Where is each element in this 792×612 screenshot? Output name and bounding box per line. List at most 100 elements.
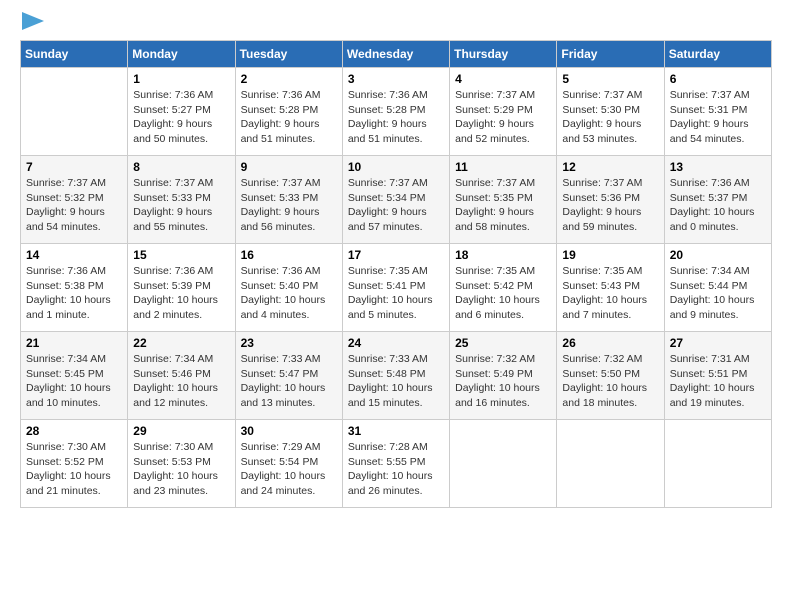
calendar-cell: 8 Sunrise: 7:37 AMSunset: 5:33 PMDaylight… <box>128 156 235 244</box>
day-number: 2 <box>241 72 337 86</box>
day-info: Sunrise: 7:37 AMSunset: 5:35 PMDaylight:… <box>455 176 551 235</box>
calendar-cell <box>450 420 557 508</box>
calendar-cell: 22 Sunrise: 7:34 AMSunset: 5:46 PMDayligh… <box>128 332 235 420</box>
calendar-week-row: 21 Sunrise: 7:34 AMSunset: 5:45 PMDayligh… <box>21 332 772 420</box>
day-number: 21 <box>26 336 122 350</box>
calendar-cell: 30 Sunrise: 7:29 AMSunset: 5:54 PMDayligh… <box>235 420 342 508</box>
day-number: 12 <box>562 160 658 174</box>
day-number: 10 <box>348 160 444 174</box>
calendar-cell: 23 Sunrise: 7:33 AMSunset: 5:47 PMDayligh… <box>235 332 342 420</box>
day-info: Sunrise: 7:32 AMSunset: 5:49 PMDaylight:… <box>455 352 551 411</box>
day-info: Sunrise: 7:36 AMSunset: 5:28 PMDaylight:… <box>348 88 444 147</box>
day-number: 24 <box>348 336 444 350</box>
calendar-cell: 16 Sunrise: 7:36 AMSunset: 5:40 PMDayligh… <box>235 244 342 332</box>
page-header <box>20 20 772 30</box>
calendar-cell: 26 Sunrise: 7:32 AMSunset: 5:50 PMDayligh… <box>557 332 664 420</box>
calendar-cell: 11 Sunrise: 7:37 AMSunset: 5:35 PMDayligh… <box>450 156 557 244</box>
day-header-sunday: Sunday <box>21 41 128 68</box>
day-info: Sunrise: 7:37 AMSunset: 5:33 PMDaylight:… <box>241 176 337 235</box>
day-number: 29 <box>133 424 229 438</box>
day-number: 17 <box>348 248 444 262</box>
calendar-cell: 12Sunrise: 7:37 AMSunset: 5:36 PMDayligh… <box>557 156 664 244</box>
calendar-cell: 19 Sunrise: 7:35 AMSunset: 5:43 PMDayligh… <box>557 244 664 332</box>
day-info: Sunrise: 7:33 AMSunset: 5:48 PMDaylight:… <box>348 352 444 411</box>
day-number: 4 <box>455 72 551 86</box>
day-info: Sunrise: 7:33 AMSunset: 5:47 PMDaylight:… <box>241 352 337 411</box>
day-info: Sunrise: 7:36 AMSunset: 5:40 PMDaylight:… <box>241 264 337 323</box>
day-info: Sunrise: 7:36 AMSunset: 5:37 PMDaylight:… <box>670 176 766 235</box>
calendar-cell: 15 Sunrise: 7:36 AMSunset: 5:39 PMDayligh… <box>128 244 235 332</box>
day-number: 30 <box>241 424 337 438</box>
day-header-wednesday: Wednesday <box>342 41 449 68</box>
day-number: 19 <box>562 248 658 262</box>
day-number: 26 <box>562 336 658 350</box>
calendar-cell: 2 Sunrise: 7:36 AMSunset: 5:28 PMDaylight… <box>235 68 342 156</box>
day-info: Sunrise: 7:36 AMSunset: 5:27 PMDaylight:… <box>133 88 229 147</box>
day-header-saturday: Saturday <box>664 41 771 68</box>
calendar-week-row: 7Sunrise: 7:37 AMSunset: 5:32 PMDaylight… <box>21 156 772 244</box>
calendar-cell: 18 Sunrise: 7:35 AMSunset: 5:42 PMDayligh… <box>450 244 557 332</box>
calendar-week-row: 1 Sunrise: 7:36 AMSunset: 5:27 PMDaylight… <box>21 68 772 156</box>
calendar-cell: 13 Sunrise: 7:36 AMSunset: 5:37 PMDayligh… <box>664 156 771 244</box>
logo <box>20 20 44 30</box>
logo-arrow-icon <box>22 12 44 30</box>
calendar-cell: 24 Sunrise: 7:33 AMSunset: 5:48 PMDayligh… <box>342 332 449 420</box>
day-info: Sunrise: 7:35 AMSunset: 5:43 PMDaylight:… <box>562 264 658 323</box>
day-number: 8 <box>133 160 229 174</box>
day-info: Sunrise: 7:36 AMSunset: 5:38 PMDaylight:… <box>26 264 122 323</box>
day-header-friday: Friday <box>557 41 664 68</box>
calendar-cell: 14 Sunrise: 7:36 AMSunset: 5:38 PMDayligh… <box>21 244 128 332</box>
calendar-cell: 28Sunrise: 7:30 AMSunset: 5:52 PMDayligh… <box>21 420 128 508</box>
day-header-thursday: Thursday <box>450 41 557 68</box>
day-header-monday: Monday <box>128 41 235 68</box>
day-number: 1 <box>133 72 229 86</box>
calendar-cell <box>21 68 128 156</box>
calendar-week-row: 28Sunrise: 7:30 AMSunset: 5:52 PMDayligh… <box>21 420 772 508</box>
day-info: Sunrise: 7:37 AMSunset: 5:29 PMDaylight:… <box>455 88 551 147</box>
calendar-cell <box>664 420 771 508</box>
day-info: Sunrise: 7:35 AMSunset: 5:42 PMDaylight:… <box>455 264 551 323</box>
day-info: Sunrise: 7:36 AMSunset: 5:39 PMDaylight:… <box>133 264 229 323</box>
day-number: 15 <box>133 248 229 262</box>
calendar-cell: 7Sunrise: 7:37 AMSunset: 5:32 PMDaylight… <box>21 156 128 244</box>
calendar-cell: 29Sunrise: 7:30 AMSunset: 5:53 PMDayligh… <box>128 420 235 508</box>
calendar-cell: 21 Sunrise: 7:34 AMSunset: 5:45 PMDayligh… <box>21 332 128 420</box>
day-number: 22 <box>133 336 229 350</box>
day-number: 25 <box>455 336 551 350</box>
day-info: Sunrise: 7:35 AMSunset: 5:41 PMDaylight:… <box>348 264 444 323</box>
day-info: Sunrise: 7:32 AMSunset: 5:50 PMDaylight:… <box>562 352 658 411</box>
calendar-week-row: 14 Sunrise: 7:36 AMSunset: 5:38 PMDayligh… <box>21 244 772 332</box>
day-number: 18 <box>455 248 551 262</box>
day-number: 13 <box>670 160 766 174</box>
day-info: Sunrise: 7:37 AMSunset: 5:32 PMDaylight:… <box>26 176 122 235</box>
day-number: 9 <box>241 160 337 174</box>
day-header-tuesday: Tuesday <box>235 41 342 68</box>
day-number: 16 <box>241 248 337 262</box>
day-number: 31 <box>348 424 444 438</box>
day-number: 23 <box>241 336 337 350</box>
calendar-cell: 4 Sunrise: 7:37 AMSunset: 5:29 PMDaylight… <box>450 68 557 156</box>
day-number: 11 <box>455 160 551 174</box>
calendar-header-row: SundayMondayTuesdayWednesdayThursdayFrid… <box>21 41 772 68</box>
calendar-cell: 5 Sunrise: 7:37 AMSunset: 5:30 PMDaylight… <box>557 68 664 156</box>
day-number: 27 <box>670 336 766 350</box>
day-info: Sunrise: 7:37 AMSunset: 5:30 PMDaylight:… <box>562 88 658 147</box>
calendar-cell: 9 Sunrise: 7:37 AMSunset: 5:33 PMDaylight… <box>235 156 342 244</box>
calendar-cell: 3Sunrise: 7:36 AMSunset: 5:28 PMDaylight… <box>342 68 449 156</box>
calendar-cell: 17 Sunrise: 7:35 AMSunset: 5:41 PMDayligh… <box>342 244 449 332</box>
day-info: Sunrise: 7:37 AMSunset: 5:31 PMDaylight:… <box>670 88 766 147</box>
day-number: 5 <box>562 72 658 86</box>
day-number: 20 <box>670 248 766 262</box>
day-info: Sunrise: 7:31 AMSunset: 5:51 PMDaylight:… <box>670 352 766 411</box>
day-info: Sunrise: 7:37 AMSunset: 5:34 PMDaylight:… <box>348 176 444 235</box>
day-number: 14 <box>26 248 122 262</box>
calendar-cell: 27 Sunrise: 7:31 AMSunset: 5:51 PMDayligh… <box>664 332 771 420</box>
day-info: Sunrise: 7:34 AMSunset: 5:45 PMDaylight:… <box>26 352 122 411</box>
day-info: Sunrise: 7:34 AMSunset: 5:46 PMDaylight:… <box>133 352 229 411</box>
day-info: Sunrise: 7:29 AMSunset: 5:54 PMDaylight:… <box>241 440 337 499</box>
calendar-cell: 10 Sunrise: 7:37 AMSunset: 5:34 PMDayligh… <box>342 156 449 244</box>
day-info: Sunrise: 7:36 AMSunset: 5:28 PMDaylight:… <box>241 88 337 147</box>
calendar-cell <box>557 420 664 508</box>
day-info: Sunrise: 7:37 AMSunset: 5:33 PMDaylight:… <box>133 176 229 235</box>
day-number: 6 <box>670 72 766 86</box>
